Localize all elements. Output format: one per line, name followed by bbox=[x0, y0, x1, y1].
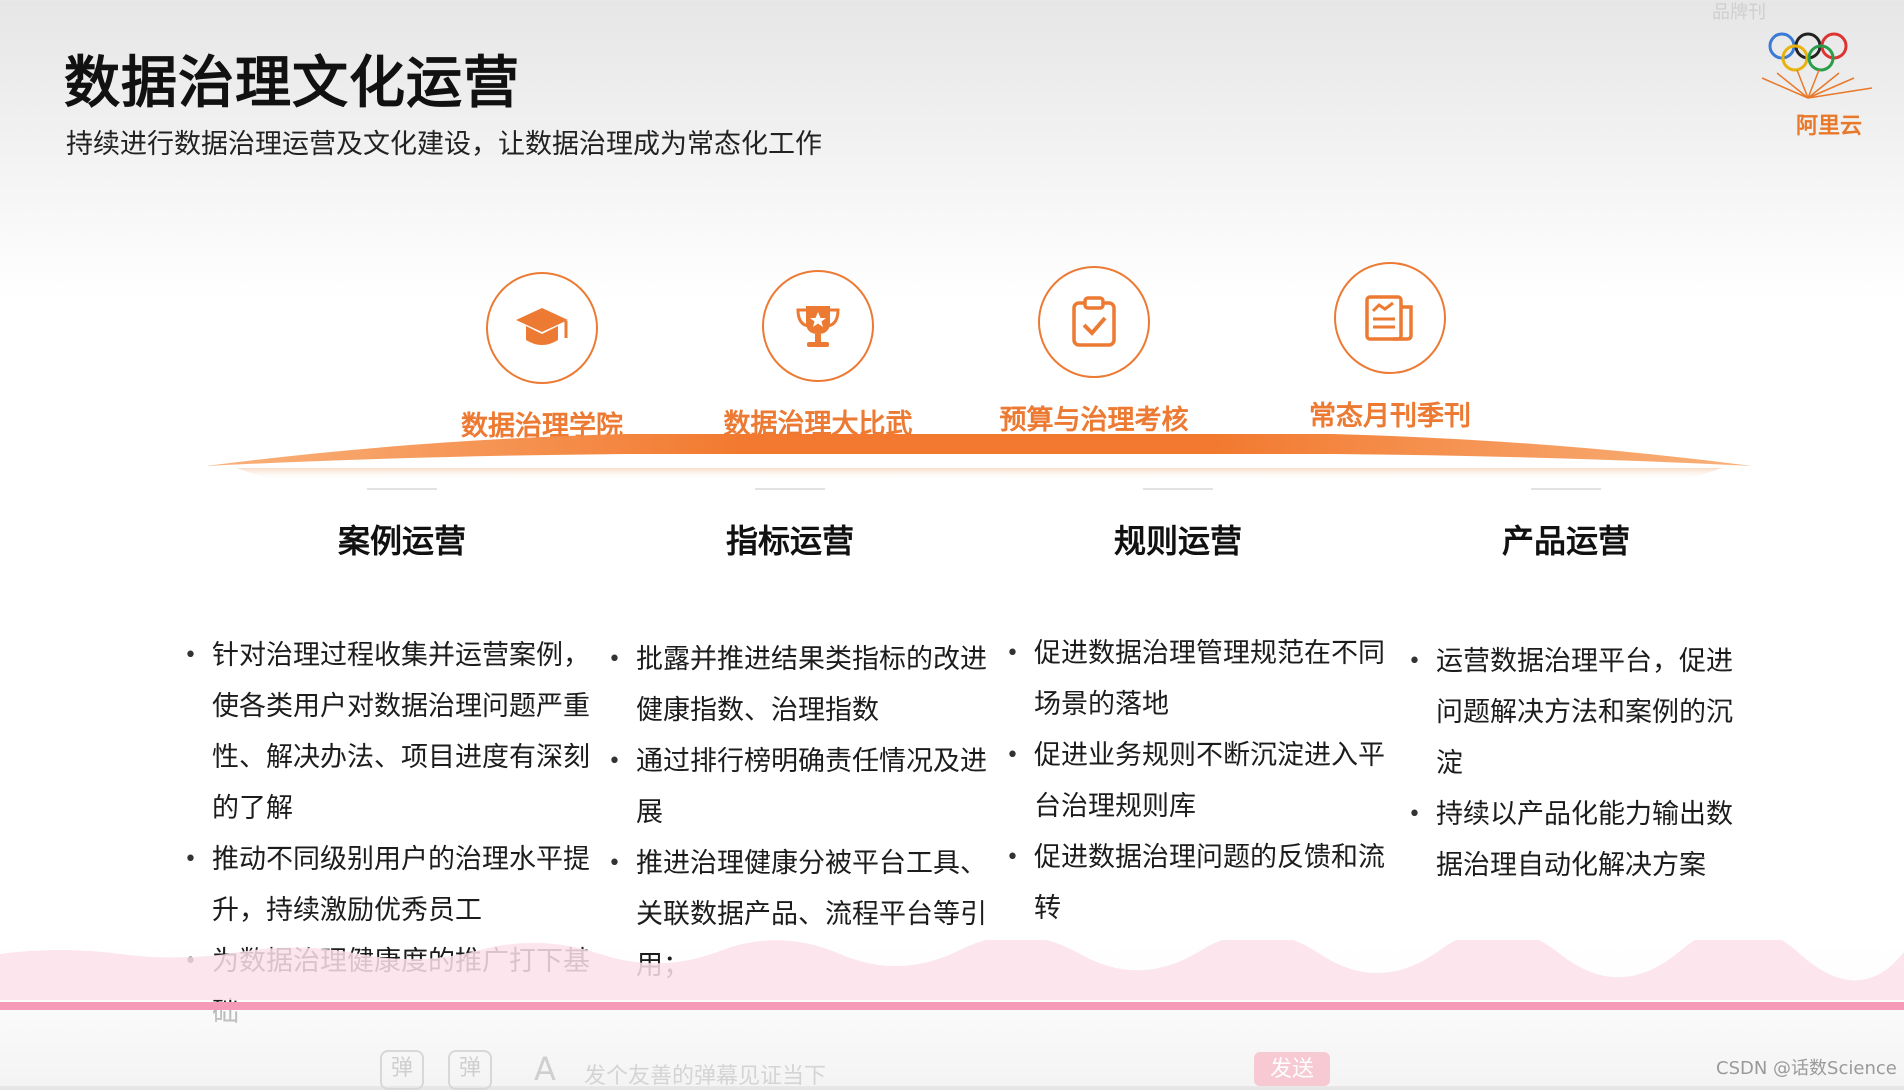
column-rule-operation: 规则运营 bbox=[1078, 488, 1278, 562]
page-subtitle: 持续进行数据治理运营及文化建设，让数据治理成为常态化工作 bbox=[66, 129, 822, 160]
document-icon bbox=[1365, 295, 1413, 341]
logo-text: 阿里云 bbox=[1795, 114, 1862, 139]
watermark: CSDN @话数Science bbox=[1716, 1058, 1897, 1079]
column-rule bbox=[1531, 488, 1601, 490]
list-item: 批露并推进结果类指标的改进健康指数、治理指数 bbox=[608, 634, 1004, 736]
feature-budget-governance-assessment: 预算与治理考核 bbox=[964, 266, 1224, 437]
send-button[interactable]: 发送 bbox=[1254, 1052, 1330, 1086]
pink-overlay-band bbox=[0, 940, 1904, 1010]
column-metric-operation: 指标运营 bbox=[690, 488, 890, 562]
list-item: 运营数据治理平台，促进问题解决方法和案例的沉淀 bbox=[1408, 636, 1738, 789]
feature-icon-circle bbox=[762, 270, 874, 382]
column-title: 产品运营 bbox=[1501, 522, 1630, 560]
danmaku-settings-icon[interactable]: 弹 bbox=[448, 1050, 492, 1090]
rule-operation-bullets: 促进数据治理管理规范在不同场景的落地 促进业务规则不断沉淀进入平台治理规则库 促… bbox=[1006, 628, 1392, 934]
list-item: 持续以产品化能力输出数据治理自动化解决方案 bbox=[1408, 789, 1738, 891]
column-title: 指标运营 bbox=[725, 522, 854, 560]
column-title: 规则运营 bbox=[1113, 522, 1242, 560]
feature-icon-circle bbox=[1038, 266, 1150, 378]
column-case-operation: 案例运营 bbox=[302, 488, 502, 562]
page-title: 数据治理文化运营 bbox=[64, 51, 520, 116]
graduation-cap-icon bbox=[516, 308, 568, 345]
column-rule bbox=[367, 488, 437, 490]
trophy-icon bbox=[796, 306, 840, 347]
danmaku-bar bbox=[0, 1010, 1904, 1086]
column-product-operation: 产品运营 bbox=[1466, 488, 1666, 562]
feature-data-governance-contest: 数据治理大比武 bbox=[688, 270, 948, 441]
metric-operation-bullets: 批露并推进结果类指标的改进健康指数、治理指数 通过排行榜明确责任情况及进展 推进… bbox=[608, 634, 1004, 991]
list-item: 促进业务规则不断沉淀进入平台治理规则库 bbox=[1006, 730, 1392, 832]
font-style-icon[interactable]: A bbox=[534, 1050, 556, 1088]
feature-label: 常态月刊季刊 bbox=[1309, 401, 1471, 432]
product-operation-bullets: 运营数据治理平台，促进问题解决方法和案例的沉淀 持续以产品化能力输出数据治理自动… bbox=[1408, 636, 1738, 891]
alibaba-cloud-logo: 阿里云 bbox=[1752, 18, 1894, 139]
list-item: 通过排行榜明确责任情况及进展 bbox=[608, 736, 1004, 838]
feature-icon-circle bbox=[1334, 262, 1446, 374]
list-item: 促进数据治理管理规范在不同场景的落地 bbox=[1006, 628, 1392, 730]
column-rule bbox=[1143, 488, 1213, 490]
list-item: 针对治理过程收集并运营案例，使各类用户对数据治理问题严重性、解决办法、项目进度有… bbox=[184, 630, 614, 834]
list-item: 推动不同级别用户的治理水平提升，持续激励优秀员工 bbox=[184, 834, 614, 936]
column-title: 案例运营 bbox=[337, 522, 466, 560]
feature-monthly-quarterly-journal: 常态月刊季刊 bbox=[1260, 262, 1520, 433]
danmaku-toggle-icon[interactable]: 弹 bbox=[380, 1050, 424, 1090]
orange-divider-bar bbox=[206, 434, 1752, 480]
danmaku-input[interactable]: 发个友善的弹幕见证当下 bbox=[584, 1058, 826, 1090]
clipboard-check-icon bbox=[1072, 296, 1116, 347]
list-item: 促进数据治理问题的反馈和流转 bbox=[1006, 832, 1392, 934]
column-rule bbox=[755, 488, 825, 490]
feature-data-governance-academy: 数据治理学院 bbox=[412, 272, 672, 443]
feature-icon-circle bbox=[486, 272, 598, 384]
